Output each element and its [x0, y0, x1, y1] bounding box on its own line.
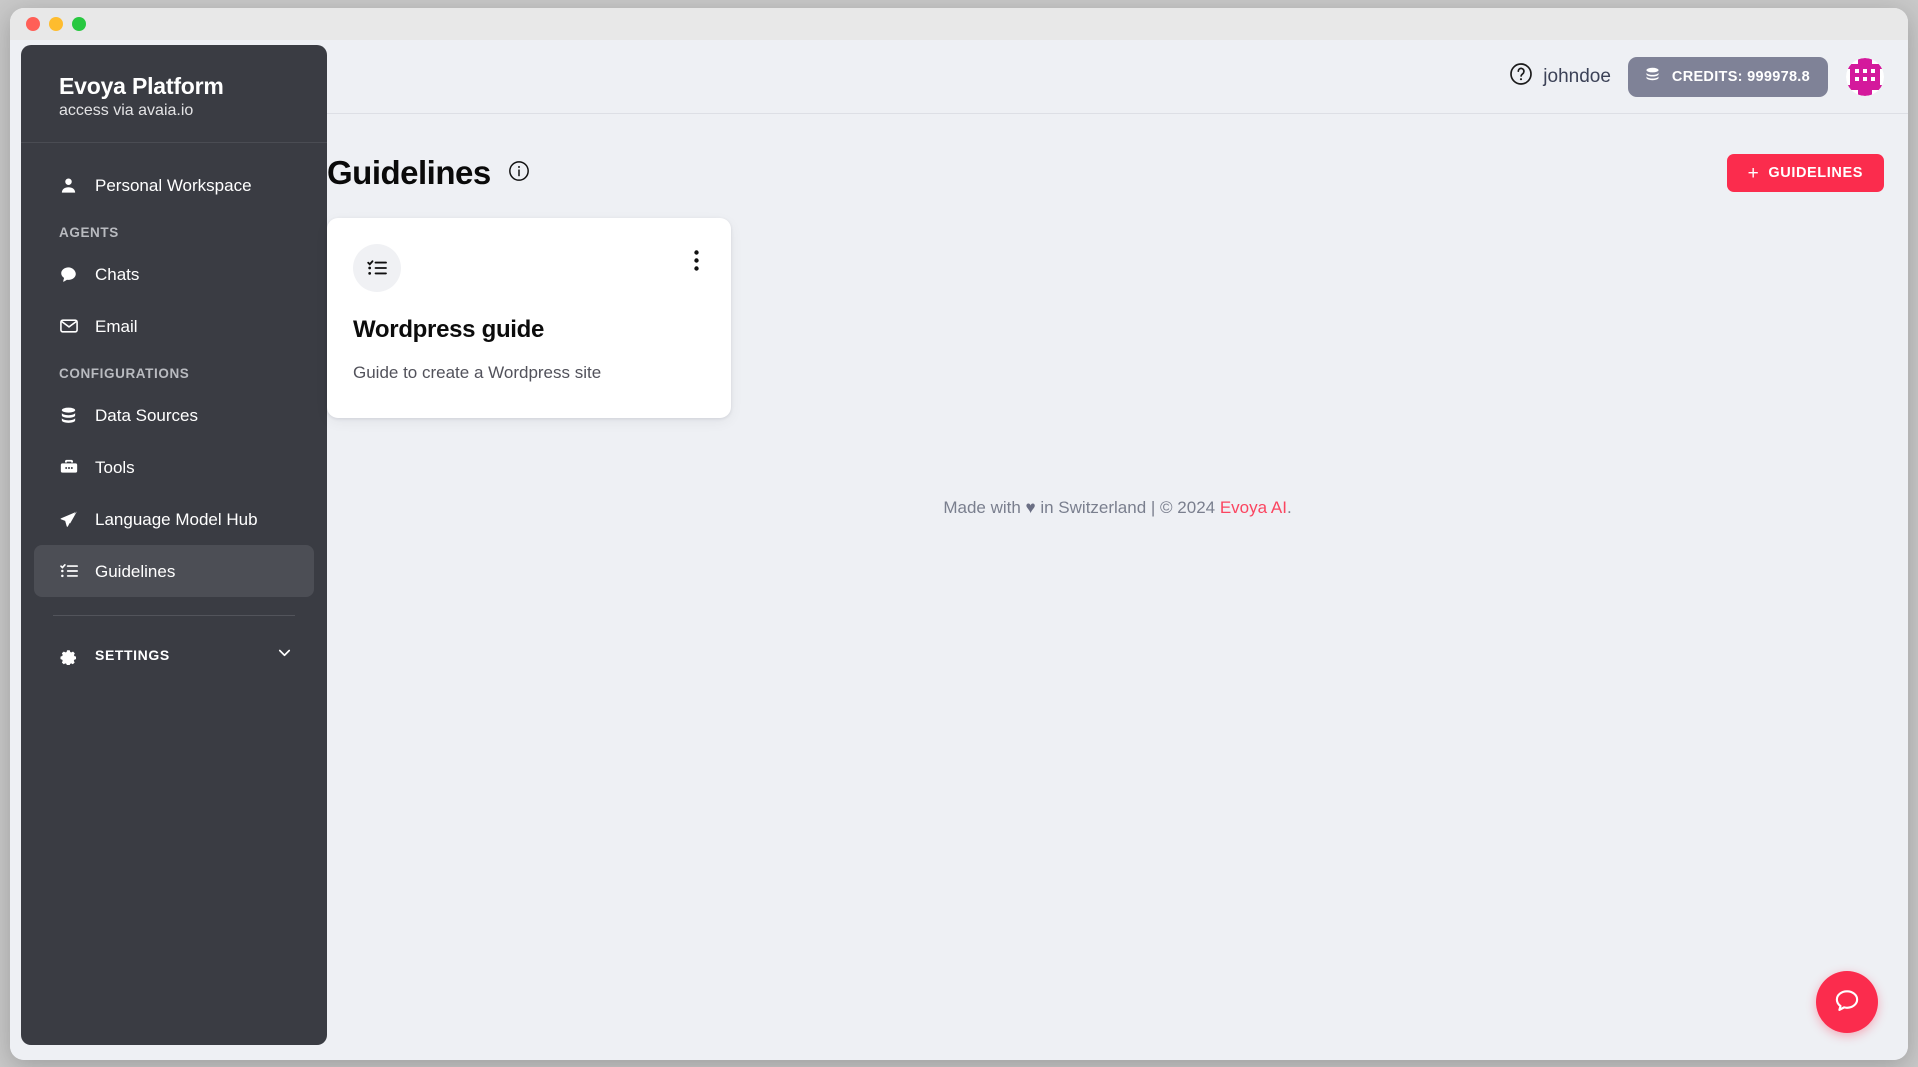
- credits-badge[interactable]: CREDITS: 999978.8: [1627, 56, 1828, 97]
- sidebar-divider: [53, 615, 295, 617]
- sidebar-item-label: Guidelines: [95, 561, 176, 581]
- brand-subtitle: access via avaia.io: [59, 102, 194, 120]
- sidebar-item-label: Data Sources: [95, 405, 198, 425]
- sidebar-item-label: Email: [95, 316, 138, 336]
- window-close-button[interactable]: [26, 17, 40, 31]
- card-title: Wordpress guide: [353, 316, 545, 343]
- page-title: Guidelines: [327, 154, 491, 191]
- app-window: Evoya Platform access via avaia.io Perso…: [10, 8, 1908, 1060]
- guideline-card-grid: Wordpress guide Guide to create a Wordpr…: [327, 218, 1908, 418]
- plus-icon: +: [1747, 162, 1760, 184]
- database-icon: [59, 406, 85, 425]
- chat-bubble-icon: [1832, 986, 1862, 1019]
- sidebar-item-label: Tools: [95, 457, 135, 477]
- footer: Made with ♥ in Switzerland | © 2024 Evoy…: [327, 498, 1908, 518]
- window-minimize-button[interactable]: [49, 17, 63, 31]
- sidebar-section-configurations: CONFIGURATIONS: [59, 366, 190, 382]
- heart-icon: ♥: [1025, 498, 1036, 517]
- card-description: Guide to create a Wordpress site: [353, 363, 602, 382]
- sidebar-item-email[interactable]: Email: [34, 300, 314, 352]
- brand-title: Evoya Platform: [59, 73, 224, 99]
- header-divider: [327, 113, 1908, 114]
- avatar[interactable]: [1846, 57, 1884, 96]
- window-zoom-button[interactable]: [72, 17, 86, 31]
- envelope-icon: [59, 316, 85, 336]
- footer-link-evoya-ai[interactable]: Evoya AI: [1220, 498, 1287, 517]
- card-header: [353, 244, 705, 292]
- sidebar-item-data-sources[interactable]: Data Sources: [34, 389, 314, 441]
- gear-icon: [59, 646, 85, 665]
- sidebar-item-settings[interactable]: SETTINGS: [34, 628, 314, 682]
- credits-label: CREDITS: 999978.8: [1671, 68, 1810, 85]
- sidebar: Evoya Platform access via avaia.io Perso…: [21, 45, 327, 1045]
- sidebar-nav: Personal Workspace AGENTS Chats Email CO…: [21, 143, 327, 682]
- sidebar-item-guidelines[interactable]: Guidelines: [34, 545, 314, 598]
- sidebar-item-language-model-hub[interactable]: Language Model Hub: [34, 493, 314, 545]
- app-body: Evoya Platform access via avaia.io Perso…: [10, 40, 1908, 1060]
- checklist-icon: [353, 244, 401, 292]
- sidebar-item-chats[interactable]: Chats: [34, 248, 314, 300]
- sidebar-item-personal-workspace[interactable]: Personal Workspace: [34, 159, 314, 211]
- username-label[interactable]: johndoe: [1543, 66, 1611, 88]
- content-area: Wordpress guide Guide to create a Wordpr…: [327, 218, 1908, 1060]
- toolbox-icon: [59, 457, 85, 477]
- brand-block: Evoya Platform access via avaia.io: [21, 45, 327, 144]
- sidebar-item-label: Personal Workspace: [95, 175, 252, 195]
- sidebar-item-label: Language Model Hub: [95, 509, 258, 529]
- checklist-icon: [59, 561, 85, 581]
- footer-prefix: Made with: [943, 498, 1026, 517]
- sidebar-item-tools[interactable]: Tools: [34, 441, 314, 493]
- main-content: johndoe CREDITS: 999978.8 Guidelines + G…: [327, 40, 1908, 1060]
- window-titlebar: [10, 8, 1908, 40]
- chat-fab-button[interactable]: [1816, 971, 1878, 1033]
- footer-suffix: .: [1286, 498, 1292, 517]
- info-circle-icon[interactable]: [508, 160, 530, 187]
- sidebar-section-agents: AGENTS: [59, 225, 119, 241]
- footer-middle: in Switzerland | © 2024: [1035, 498, 1220, 517]
- person-icon: [59, 176, 85, 195]
- page-header: Guidelines + GUIDELINES: [327, 128, 1908, 218]
- coins-icon: [1643, 65, 1662, 88]
- add-guidelines-label: GUIDELINES: [1768, 165, 1863, 181]
- paper-plane-icon: [59, 509, 85, 529]
- top-bar: johndoe CREDITS: 999978.8: [327, 40, 1908, 113]
- question-circle-icon[interactable]: [1509, 62, 1533, 91]
- sidebar-settings-label: SETTINGS: [95, 647, 170, 664]
- kebab-menu-icon[interactable]: [680, 244, 705, 282]
- guideline-card[interactable]: Wordpress guide Guide to create a Wordpr…: [327, 218, 731, 418]
- chat-bubble-icon: [59, 265, 85, 284]
- sidebar-item-label: Chats: [95, 264, 140, 284]
- add-guidelines-button[interactable]: + GUIDELINES: [1726, 154, 1884, 192]
- chevron-down-icon[interactable]: [275, 643, 294, 667]
